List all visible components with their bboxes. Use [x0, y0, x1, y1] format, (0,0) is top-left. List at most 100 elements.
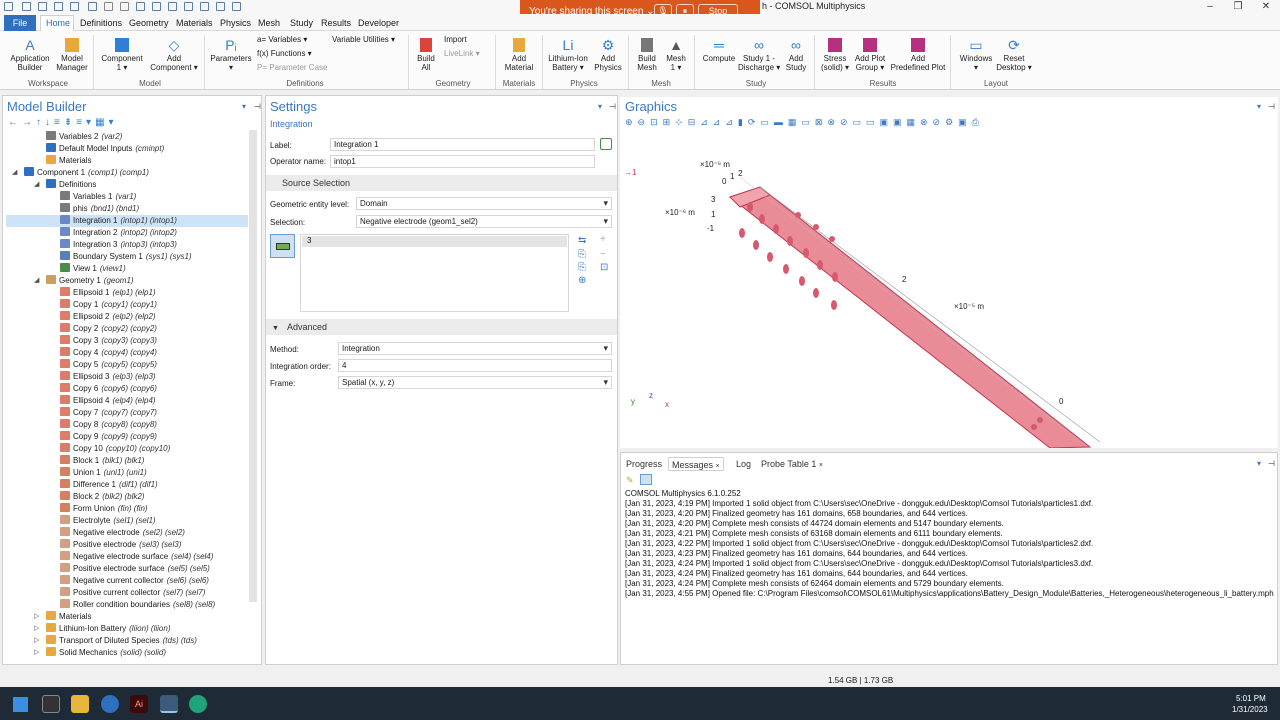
tree-item[interactable]: Copy 7 (copy7) (copy7) — [6, 407, 248, 419]
stress-plot-button[interactable]: Stress (solid) ▾ — [818, 38, 852, 72]
functions-button[interactable]: f(x) Functions ▾ — [257, 49, 312, 58]
tree-item[interactable]: Ellipsoid 2 (elp2) (elp2) — [6, 311, 248, 323]
tree-item[interactable]: Electrolyte (sel1) (sel1) — [6, 515, 248, 527]
mesh1-button[interactable]: ▲ Mesh 1 ▾ — [662, 38, 690, 72]
tree-item[interactable]: Integration 3 (intop3) (intop3) — [6, 239, 248, 251]
expand-icon[interactable]: ▷ — [34, 623, 39, 635]
save-icon[interactable] — [54, 2, 63, 11]
geometry-view[interactable] — [620, 97, 1278, 448]
entity-level-select[interactable]: Domain — [356, 197, 612, 210]
tree-item[interactable]: Union 1 (uni1) (uni1) — [6, 467, 248, 479]
tree-item[interactable]: Negative current collector (sel6) (sel6) — [6, 575, 248, 587]
component-button[interactable]: Component 1 ▾ — [100, 38, 144, 72]
tree-item[interactable]: Copy 2 (copy2) (copy2) — [6, 323, 248, 335]
pin-icon[interactable]: ⊣ — [1268, 102, 1275, 111]
add-predefined-plot-button[interactable]: Add Predefined Plot — [890, 38, 946, 72]
parameter-case-button[interactable]: P= Parameter Case — [257, 63, 327, 72]
copy-selection-icon[interactable]: ⎘ — [578, 249, 586, 260]
tab-home-label[interactable]: Home — [42, 16, 74, 30]
variables-button[interactable]: a= Variables ▾ — [257, 35, 307, 44]
add-material-button[interactable]: Add Material — [500, 38, 538, 72]
file-menu[interactable]: File — [4, 15, 36, 31]
integration-order-field[interactable]: 4 — [338, 359, 612, 372]
tree-item[interactable]: View 1 (view1) — [6, 263, 248, 275]
tree-item[interactable]: Form Union (fin) (fin) — [6, 503, 248, 515]
duplicate-icon[interactable] — [168, 2, 177, 11]
tab-definitions[interactable]: Definitions — [76, 16, 126, 30]
tree-item[interactable]: phis (bnd1) (bnd1) — [6, 203, 248, 215]
tab-physics[interactable]: Physics — [216, 16, 255, 30]
tree-item[interactable]: ▷ Transport of Diluted Species (tds) (tds) — [6, 635, 248, 647]
expand-icon[interactable]: ▷ — [34, 635, 39, 647]
tree-item[interactable]: Negative electrode (sel2) (sel2) — [6, 527, 248, 539]
tree-item[interactable]: Materials — [6, 155, 248, 167]
paste-selection-icon[interactable]: ⇆ — [578, 235, 586, 246]
tree-item[interactable]: Copy 5 (copy5) (copy5) — [6, 359, 248, 371]
edit-label-icon[interactable] — [600, 138, 612, 150]
windows-button[interactable]: ▭ Windows ▾ — [956, 38, 996, 72]
reset-desktop-button[interactable]: ⟳ Reset Desktop ▾ — [994, 38, 1034, 72]
tree-item[interactable]: ▷ Lithium-Ion Battery (liion) (liion) — [6, 623, 248, 635]
tab-mesh[interactable]: Mesh — [254, 16, 284, 30]
build-icon[interactable] — [200, 2, 209, 11]
compute-icon[interactable] — [216, 2, 225, 11]
tab-geometry[interactable]: Geometry — [125, 16, 173, 30]
tab-materials[interactable]: Materials — [172, 16, 217, 30]
panel-menu-icon[interactable]: ▾ — [1257, 459, 1261, 468]
tab-messages[interactable]: Messages × — [668, 457, 724, 471]
expand-icon[interactable]: ◢ — [12, 167, 17, 179]
save-as-icon[interactable] — [70, 2, 79, 11]
tree-item[interactable]: Block 1 (blk1) (blk1) — [6, 455, 248, 467]
expand-icon[interactable]: ◢ — [34, 275, 39, 287]
redo-icon[interactable] — [120, 2, 129, 11]
print-icon[interactable] — [88, 2, 97, 11]
messages-toolbar-icon[interactable] — [640, 474, 652, 485]
advanced-section[interactable]: ▼ Advanced — [266, 319, 617, 335]
selection-list-item[interactable]: 3 — [302, 236, 567, 247]
add-plot-group-button[interactable]: Add Plot Group ▾ — [852, 38, 888, 72]
battery-button[interactable]: Li Lithium-Ion Battery ▾ — [544, 38, 592, 72]
tree-item[interactable]: Integration 2 (intop2) (intop2) — [6, 227, 248, 239]
tree-item[interactable]: ◢ Definitions — [6, 179, 248, 191]
start-icon[interactable] — [13, 697, 28, 712]
tree-item[interactable]: Copy 6 (copy6) (copy6) — [6, 383, 248, 395]
close-icon[interactable]: × — [716, 463, 720, 470]
livelink-button[interactable]: LiveLink ▾ — [444, 49, 480, 58]
panel-menu-icon[interactable]: ▾ — [1257, 102, 1261, 111]
panel-menu-icon[interactable]: ▾ — [598, 102, 602, 111]
tab-probe-table[interactable]: Probe Table 1 × — [761, 457, 823, 471]
tree-item[interactable]: ◢ Geometry 1 (geom1) — [6, 275, 248, 287]
label-field[interactable]: Integration 1 — [330, 138, 595, 151]
activate-selection-button[interactable] — [270, 234, 295, 258]
variable-utilities-button[interactable]: Variable Utilities ▾ — [332, 35, 395, 44]
source-selection-section[interactable]: Source Selection — [266, 175, 617, 191]
task-view-icon[interactable] — [42, 695, 60, 713]
add-to-selection-icon[interactable]: + — [600, 234, 606, 245]
tree-item[interactable]: Copy 8 (copy8) (copy8) — [6, 419, 248, 431]
selection-select[interactable]: Negative electrode (geom1_sel2) — [356, 215, 612, 228]
expand-icon[interactable]: ▷ — [34, 611, 39, 623]
create-selection-icon[interactable]: ⊕ — [578, 275, 586, 286]
maximize-button[interactable]: ❐ — [1224, 0, 1252, 14]
tree-item[interactable]: Positive current collector (sel7) (sel7) — [6, 587, 248, 599]
file-explorer-icon[interactable] — [71, 695, 89, 713]
close-button[interactable]: ✕ — [1252, 0, 1280, 14]
tree-item[interactable]: Copy 10 (copy10) (copy10) — [6, 443, 248, 455]
new-icon[interactable] — [22, 2, 31, 11]
tree-item[interactable]: Positive electrode surface (sel5) (sel5) — [6, 563, 248, 575]
compute-button[interactable]: ═ Compute — [700, 38, 738, 63]
add-physics-button[interactable]: ⚙ Add Physics — [592, 38, 624, 72]
tree-item[interactable]: Default Model Inputs (cminpt) — [6, 143, 248, 155]
model-manager-button[interactable]: Model Manager — [54, 38, 90, 72]
find-icon[interactable] — [232, 2, 241, 11]
clear-selection-icon[interactable]: ⎘ — [578, 262, 586, 273]
tree-item[interactable]: Integration 1 (intop1) (intop1) — [6, 215, 248, 227]
copy-icon[interactable] — [136, 2, 145, 11]
tab-study[interactable]: Study — [286, 16, 317, 30]
comsol-window-icon[interactable] — [160, 695, 178, 713]
tab-progress[interactable]: Progress — [626, 457, 662, 471]
open-icon[interactable] — [38, 2, 47, 11]
tree-scrollbar[interactable] — [249, 130, 257, 602]
edge-icon[interactable] — [189, 695, 207, 713]
build-all-button[interactable]: Build All — [412, 38, 440, 72]
